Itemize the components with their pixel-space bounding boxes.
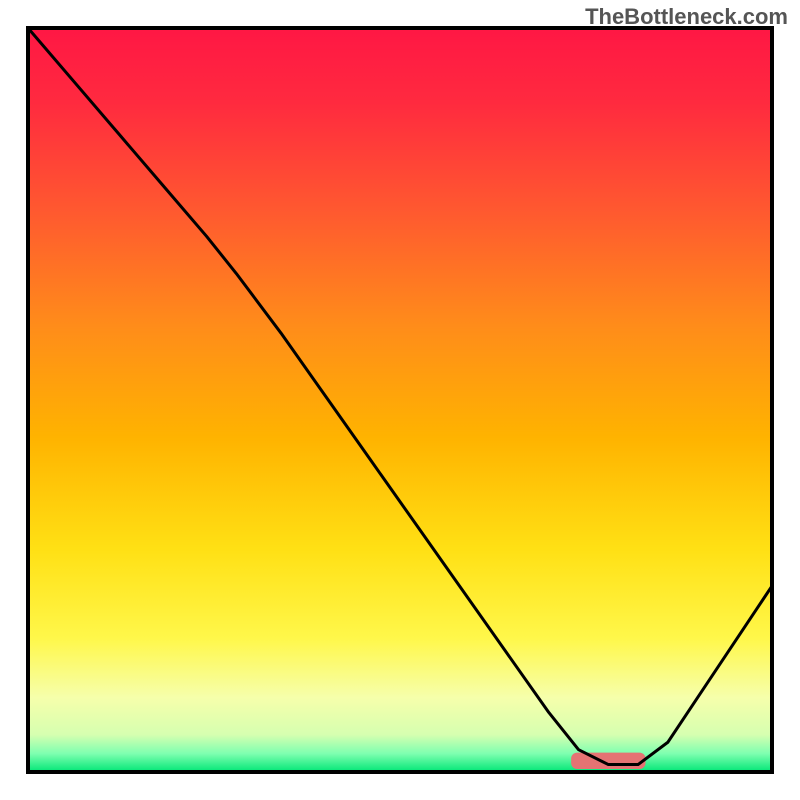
watermark-text: TheBottleneck.com bbox=[585, 4, 788, 30]
gradient-background bbox=[28, 28, 772, 772]
bottleneck-chart bbox=[0, 0, 800, 800]
optimal-marker bbox=[571, 753, 645, 769]
